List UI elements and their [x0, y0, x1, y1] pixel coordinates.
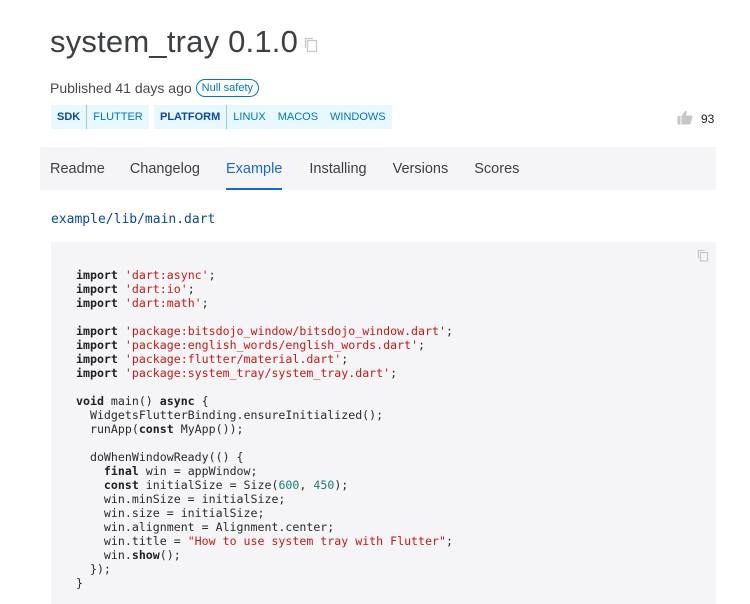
platform-tag-label[interactable]: PLATFORM: [154, 105, 228, 129]
example-file-path[interactable]: example/lib/main.dart: [51, 212, 215, 227]
tab-bar: Readme Changelog Example Installing Vers…: [40, 147, 716, 190]
platform-tag: PLATFORM LINUX MACOS WINDOWS: [154, 105, 392, 129]
code-block: import 'dart:async'; import 'dart:io'; i…: [51, 242, 716, 604]
code-line: import 'dart:io';: [76, 282, 195, 296]
tab-versions[interactable]: Versions: [393, 147, 449, 190]
published-info: Published 41 days ago Null safety: [50, 79, 260, 97]
code-line: doWhenWindowReady(() {: [76, 450, 244, 464]
code-line: import 'dart:async';: [76, 268, 216, 282]
code-line: WidgetsFlutterBinding.ensureInitialized(…: [76, 408, 384, 422]
tab-changelog[interactable]: Changelog: [130, 147, 200, 190]
null-safety-badge[interactable]: Null safety: [195, 79, 260, 97]
platform-tag-macos[interactable]: MACOS: [272, 105, 324, 129]
sdk-tag-label[interactable]: SDK: [51, 105, 88, 129]
code-line: win.minSize = initialSize;: [76, 492, 286, 506]
copy-code-icon[interactable]: [696, 248, 710, 262]
code-line: win.show();: [76, 548, 181, 562]
code-line: win.alignment = Alignment.center;: [76, 520, 335, 534]
likes[interactable]: 93: [677, 110, 714, 128]
code-content: import 'dart:async'; import 'dart:io'; i…: [76, 268, 453, 590]
page-title: system_tray 0.1.0: [50, 24, 299, 59]
likes-count: 93: [701, 112, 715, 126]
tab-example[interactable]: Example: [225, 147, 283, 190]
code-line: import 'package:flutter/material.dart';: [76, 352, 349, 366]
code-line: final win = appWindow;: [103, 464, 258, 478]
code-line: runApp(const MyApp());: [76, 422, 244, 436]
tab-installing[interactable]: Installing: [309, 147, 366, 190]
tab-readme[interactable]: Readme: [50, 147, 105, 190]
code-line: import 'dart:math';: [76, 296, 209, 310]
code-line: import 'package:system_tray/system_tray.…: [76, 366, 398, 380]
code-line: import 'package:bitsdojo_window/bitsdojo…: [76, 324, 453, 338]
sdk-tag-flutter[interactable]: FLUTTER: [87, 105, 149, 129]
code-line: win.size = initialSize;: [76, 506, 265, 520]
code-line: });: [76, 562, 111, 576]
code-line: const initialSize = Size(600, 450);: [103, 478, 349, 492]
code-line: void main() async {: [76, 394, 209, 408]
copy-icon[interactable]: [302, 35, 320, 53]
platform-tag-windows[interactable]: WINDOWS: [324, 105, 392, 129]
tab-scores[interactable]: Scores: [474, 147, 519, 190]
code-line: win.title = "How to use system tray with…: [76, 534, 453, 548]
sdk-tag: SDK FLUTTER: [51, 105, 149, 129]
code-line: }: [76, 576, 83, 590]
code-line: import 'package:english_words/english_wo…: [76, 338, 426, 352]
platform-tag-linux[interactable]: LINUX: [227, 105, 271, 129]
thumbs-up-icon[interactable]: [677, 110, 693, 128]
published-text: Published 41 days ago: [50, 80, 192, 96]
